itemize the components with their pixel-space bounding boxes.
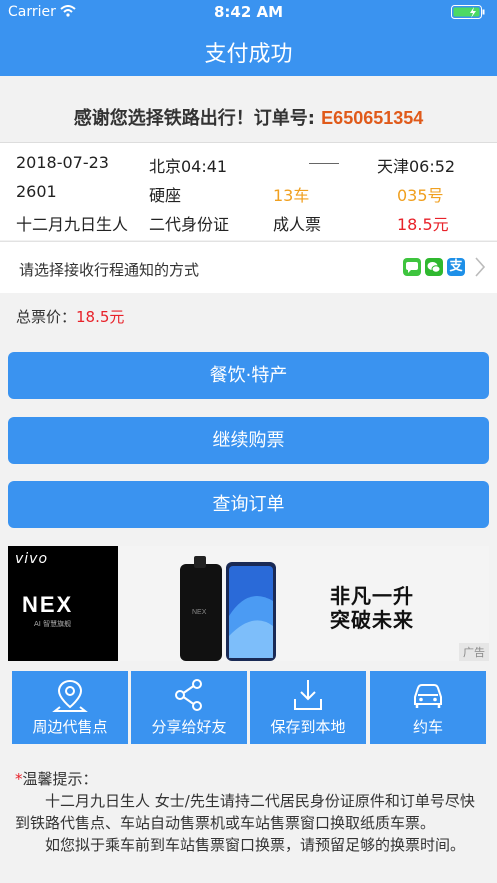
download-icon bbox=[294, 680, 322, 710]
tips-title: *温馨提示： bbox=[15, 768, 475, 790]
ticket-price: 18.5元 bbox=[397, 215, 449, 234]
thanks-message: 感谢您选择铁路出行！订单号: E650651354 bbox=[0, 104, 497, 130]
page-title: 支付成功 bbox=[204, 42, 293, 67]
ad-brand: vivo bbox=[15, 551, 49, 567]
ad-banner[interactable]: vivo NEX AI 智慧旗舰 NEX 非凡一升 突破未来 广告 bbox=[8, 546, 489, 661]
tile-label: 保存到本地 bbox=[270, 718, 346, 736]
ticket-type: 成人票 bbox=[273, 215, 322, 234]
ad-product: NEX bbox=[22, 592, 74, 617]
seat-number: 035号 bbox=[397, 186, 444, 205]
total-label: 总票价： bbox=[16, 308, 77, 326]
thanks-banner: 感谢您选择铁路出行！订单号: E650651354 bbox=[0, 76, 497, 142]
wechat-icon[interactable] bbox=[425, 258, 443, 276]
header: Carrier 8:42 AM 支付成功 bbox=[0, 0, 497, 76]
total-price: 总票价：18.5元 bbox=[16, 306, 124, 327]
seat-class: 硬座 bbox=[149, 186, 182, 205]
tile-label: 分享给好友 bbox=[151, 718, 227, 736]
battery-icon bbox=[451, 5, 485, 19]
required-star: * bbox=[15, 770, 23, 788]
thanks-text: 感谢您选择铁路出行！订单号: bbox=[73, 108, 322, 129]
svg-text:NEX: NEX bbox=[192, 609, 207, 616]
food-specialty-button[interactable]: 餐饮·特产 bbox=[8, 352, 489, 399]
ad-phone-image: NEX bbox=[180, 556, 276, 661]
tile-label: 约车 bbox=[412, 718, 443, 736]
nearby-agency-tile[interactable]: 周边代售点 bbox=[12, 671, 128, 744]
car-icon bbox=[414, 684, 442, 708]
route-arrow bbox=[309, 163, 339, 164]
save-local-tile[interactable]: 保存到本地 bbox=[250, 671, 366, 744]
continue-buy-button[interactable]: 继续购票 bbox=[8, 417, 489, 464]
arrival: 天津06:52 bbox=[377, 157, 456, 176]
status-time: 8:42 AM bbox=[213, 3, 284, 21]
share-tile[interactable]: 分享给好友 bbox=[131, 671, 247, 744]
ticket-card: 2018-07-23 北京04:41 天津06:52 2601 硬座 13车 0… bbox=[0, 142, 497, 240]
car-number: 13车 bbox=[273, 186, 310, 205]
ad-logo-panel: vivo NEX AI 智慧旗舰 bbox=[8, 546, 118, 661]
total-value: 18.5元 bbox=[76, 308, 125, 326]
chevron-right-icon bbox=[475, 257, 486, 277]
book-car-tile[interactable]: 约车 bbox=[370, 671, 486, 744]
id-type: 二代身份证 bbox=[149, 215, 230, 234]
query-order-button[interactable]: 查询订单 bbox=[8, 481, 489, 528]
sms-icon[interactable] bbox=[403, 258, 421, 276]
tips-section: *温馨提示： 十二月九日生人 女士/先生请持二代居民身份证原件和订单号尽快到铁路… bbox=[15, 768, 475, 856]
alipay-icon[interactable]: 支 bbox=[447, 258, 465, 276]
travel-date: 2018-07-23 bbox=[16, 153, 109, 172]
notify-method-label: 请选择接收行程通知的方式 bbox=[19, 261, 200, 279]
departure: 北京04:41 bbox=[149, 157, 228, 176]
ad-slogan-line-2: 突破未来 bbox=[330, 608, 414, 632]
train-number: 2601 bbox=[16, 182, 57, 201]
tips-paragraph-2: 如您拟于乘车前到车站售票窗口换票，请预留足够的换票时间。 bbox=[45, 836, 466, 854]
order-number: E650651354 bbox=[321, 108, 424, 128]
status-bar: Carrier 8:42 AM bbox=[0, 0, 497, 24]
ad-product-sub: AI 智慧旗舰 bbox=[34, 620, 72, 628]
location-pin-icon bbox=[52, 679, 88, 712]
tips-title-text: 温馨提示： bbox=[22, 770, 98, 788]
ad-badge: 广告 bbox=[459, 643, 489, 661]
tips-paragraph-1: 十二月九日生人 女士/先生请持二代居民身份证原件和订单号尽快到铁路代售点、车站自… bbox=[15, 792, 475, 832]
passenger-name: 十二月九日生人 bbox=[16, 215, 129, 234]
notify-method-row[interactable]: 请选择接收行程通知的方式 支 bbox=[0, 241, 497, 293]
tile-label: 周边代售点 bbox=[32, 718, 108, 736]
share-icon bbox=[175, 679, 202, 711]
